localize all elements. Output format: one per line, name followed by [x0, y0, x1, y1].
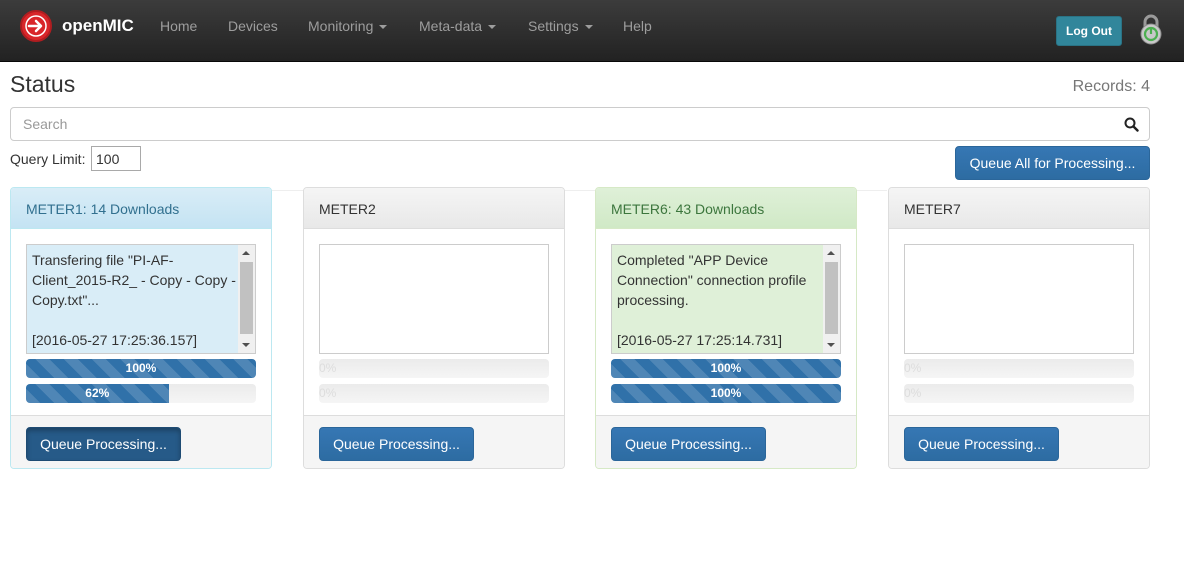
meter-panel: METER6: 43 Downloads Completed "APP Devi…	[595, 187, 857, 469]
meter-status-text: Transfering file "PI-AF-Client_2015-R2_ …	[32, 252, 236, 348]
scroll-up-icon[interactable]	[242, 251, 250, 255]
records-count: Records: 4	[1072, 78, 1150, 95]
meter-heading: METER6: 43 Downloads	[596, 188, 856, 229]
scroll-thumb[interactable]	[240, 262, 253, 334]
openmic-logo-icon[interactable]	[20, 10, 52, 42]
progress-label: 0%	[904, 386, 922, 400]
nav-monitoring-label: Monitoring	[308, 18, 374, 34]
overall-progress-bar: 0%	[904, 359, 1134, 378]
nav-help[interactable]: Help	[623, 18, 652, 34]
nav-devices[interactable]: Devices	[228, 18, 278, 34]
meter-panel: METER1: 14 Downloads Transfering file "P…	[10, 187, 272, 469]
nav-help-label: Help	[623, 18, 652, 34]
progress-label: 0%	[319, 361, 337, 375]
caret-down-icon	[488, 25, 497, 30]
query-limit-label: Query Limit:	[10, 151, 86, 167]
nav-meta-data[interactable]: Meta-data	[419, 18, 497, 34]
log-scrollbar[interactable]	[238, 245, 255, 353]
progress-label: 62%	[85, 386, 110, 400]
meter-status-log[interactable]	[319, 244, 549, 354]
overall-progress-bar: 100%	[611, 359, 841, 378]
progress-label: 0%	[319, 386, 337, 400]
meter-footer: Queue Processing...	[11, 415, 271, 468]
top-navbar: openMIC Home Devices Monitoring Meta-dat…	[0, 0, 1184, 62]
meter-footer: Queue Processing...	[304, 415, 564, 468]
page-title: Status	[10, 71, 76, 97]
progress-label: 100%	[710, 386, 742, 400]
queue-processing-button[interactable]: Queue Processing...	[319, 427, 474, 461]
nav-settings-label: Settings	[528, 18, 579, 34]
search-bar	[10, 107, 1150, 141]
meter-heading: METER1: 14 Downloads	[11, 188, 271, 229]
file-progress-bar: 100%	[611, 384, 841, 403]
nav-devices-label: Devices	[228, 18, 278, 34]
progress-fill: 100%	[26, 359, 256, 378]
scroll-thumb[interactable]	[825, 262, 838, 334]
queue-all-button[interactable]: Queue All for Processing...	[955, 146, 1150, 180]
meter-heading: METER2	[304, 188, 564, 229]
search-input[interactable]	[12, 109, 1112, 139]
progress-label: 100%	[125, 361, 157, 375]
meter-heading: METER7	[889, 188, 1149, 229]
meter-status-log[interactable]: Transfering file "PI-AF-Client_2015-R2_ …	[26, 244, 256, 354]
nav-settings[interactable]: Settings	[528, 18, 593, 34]
scroll-up-icon[interactable]	[827, 251, 835, 255]
meter-status-log[interactable]: Completed "APP Device Connection" connec…	[611, 244, 841, 354]
meter-status-log[interactable]	[904, 244, 1134, 354]
progress-label: 100%	[710, 361, 742, 375]
queue-processing-button[interactable]: Queue Processing...	[26, 427, 181, 461]
file-progress-bar: 0%	[319, 384, 549, 403]
overall-progress-bar: 100%	[26, 359, 256, 378]
progress-fill: 100%	[611, 384, 841, 403]
progress-label: 0%	[904, 361, 922, 375]
lock-icon[interactable]	[1139, 14, 1163, 49]
meter-footer: Queue Processing...	[596, 415, 856, 468]
meter-panel: METER7 0% 0% Queue Processing...	[888, 187, 1150, 469]
nav-meta-data-label: Meta-data	[419, 18, 483, 34]
progress-fill: 62%	[26, 384, 169, 403]
overall-progress-bar: 0%	[319, 359, 549, 378]
queue-processing-button[interactable]: Queue Processing...	[611, 427, 766, 461]
nav-home-label: Home	[160, 18, 198, 34]
file-progress-bar: 0%	[904, 384, 1134, 403]
scroll-down-icon[interactable]	[827, 343, 835, 347]
caret-down-icon	[379, 25, 388, 30]
nav-home[interactable]: Home	[160, 18, 197, 34]
meter-panel: METER2 0% 0% Queue Processing...	[303, 187, 565, 469]
scroll-down-icon[interactable]	[242, 343, 250, 347]
query-limit-input[interactable]	[91, 146, 141, 171]
log-scrollbar[interactable]	[823, 245, 840, 353]
caret-down-icon	[584, 25, 593, 30]
meter-footer: Queue Processing...	[889, 415, 1149, 468]
meter-status-text: Completed "APP Device Connection" connec…	[617, 252, 807, 348]
queue-processing-button[interactable]: Queue Processing...	[904, 427, 1059, 461]
progress-fill: 100%	[611, 359, 841, 378]
logout-button[interactable]: Log Out	[1056, 16, 1122, 46]
search-icon[interactable]	[1124, 117, 1139, 132]
brand-name[interactable]: openMIC	[62, 16, 134, 36]
nav-monitoring[interactable]: Monitoring	[308, 18, 388, 34]
file-progress-bar: 62%	[26, 384, 256, 403]
